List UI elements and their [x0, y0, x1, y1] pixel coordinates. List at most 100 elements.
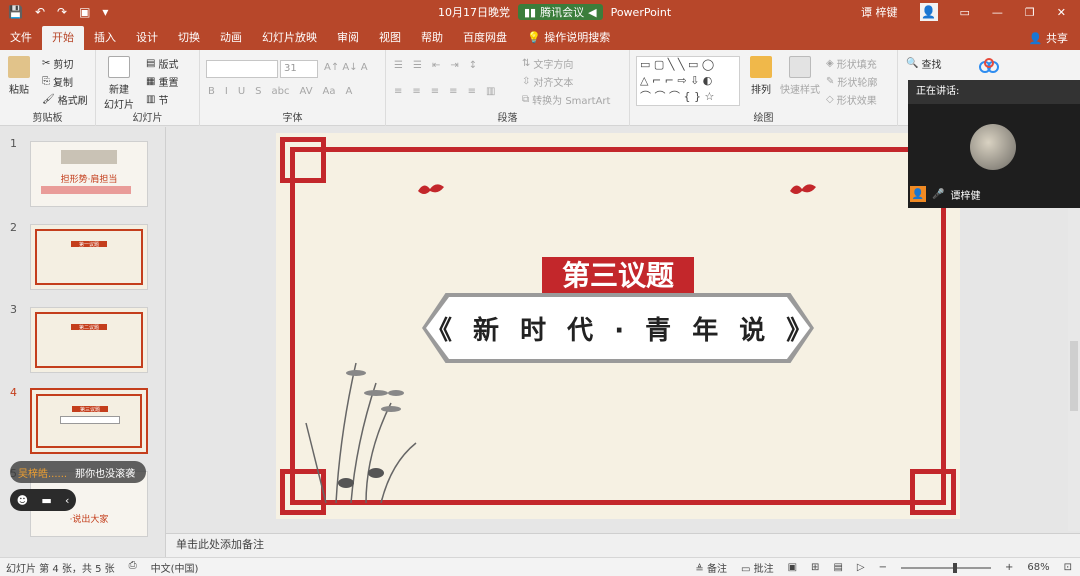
notes-toggle[interactable]: ≜ 备注 [695, 560, 727, 575]
increase-indent-icon[interactable]: ⇥ [450, 60, 458, 71]
new-slide-button[interactable]: 新建 幻灯片 [104, 56, 134, 111]
reset-button[interactable]: ▦ 重置 [146, 74, 178, 89]
numbering-icon[interactable]: ☰ [413, 60, 422, 71]
tab-design[interactable]: 设计 [126, 26, 168, 50]
find-button[interactable]: 🔍 查找 [906, 56, 941, 71]
tab-file[interactable]: 文件 [0, 26, 42, 50]
cut-button[interactable]: ✂ 剪切 [42, 56, 73, 71]
message-icon[interactable]: ▬ [41, 494, 51, 507]
cloud-ornament-left [418, 184, 444, 194]
tab-baidu-netdisk[interactable]: 百度网盘 [453, 26, 517, 50]
zoom-in-icon[interactable]: + [1005, 562, 1013, 573]
comments-toggle[interactable]: ▭ 批注 [741, 560, 774, 575]
undo-icon[interactable]: ↶ [35, 5, 45, 19]
arrange-button[interactable]: 排列 [750, 56, 772, 96]
shadow-icon[interactable]: S [255, 86, 261, 97]
paste-button[interactable]: 粘贴 [8, 56, 30, 96]
font-grow-icon[interactable]: A↑ A↓ A [324, 62, 368, 73]
share-button[interactable]: 👤 共享 [1029, 30, 1068, 46]
tab-view[interactable]: 视图 [369, 26, 411, 50]
normal-view-icon[interactable]: ▣ [788, 562, 797, 573]
quick-styles-button[interactable]: 快速样式 [780, 56, 820, 96]
slide-title[interactable]: 第三议题 [542, 257, 694, 295]
strikethrough-icon[interactable]: abc [272, 86, 290, 97]
font-color-icon[interactable]: A [346, 86, 353, 97]
zoom-slider[interactable] [900, 562, 991, 573]
shape-fill-button[interactable]: ◈ 形状填充 [826, 56, 877, 71]
notes-pane[interactable]: 单击此处添加备注 [166, 533, 1080, 557]
format-painter-button[interactable]: 🖌 格式刷 [42, 92, 88, 107]
zoom-knob[interactable] [952, 562, 957, 573]
meeting-indicator[interactable]: ▮▮ 腾讯会议 ◀ [518, 4, 603, 20]
ribbon-tabs: 文件 开始 插入 设计 切换 动画 幻灯片放映 审阅 视图 帮助 百度网盘 💡 … [0, 24, 1080, 50]
accessibility-icon[interactable]: ⎙ [129, 560, 137, 575]
start-from-beginning-icon[interactable]: ▣ [79, 5, 90, 19]
copy-button[interactable]: ⎘ 复制 [42, 74, 73, 89]
restore-icon[interactable]: ❐ [1025, 6, 1035, 19]
redo-icon[interactable]: ↷ [57, 5, 67, 19]
case-icon[interactable]: Aa [323, 86, 336, 97]
align-left-icon[interactable]: ≡ [394, 86, 402, 97]
tab-home[interactable]: 开始 [42, 26, 84, 50]
justify-icon[interactable]: ≡ [449, 86, 457, 97]
customize-toolbar-icon[interactable]: ▾ [102, 5, 108, 19]
line-spacing-icon[interactable]: ↕ [469, 60, 477, 71]
distributed-icon[interactable]: ≡ [468, 86, 476, 97]
underline-icon[interactable]: U [238, 86, 245, 97]
italic-icon[interactable]: I [225, 86, 228, 97]
slide-thumbnail-3[interactable]: 第二议题 [30, 307, 148, 373]
reading-view-icon[interactable]: ▤ [833, 562, 842, 573]
slide-canvas[interactable]: 第三议题 《 新 时 代 · 青 年 说 》 [276, 133, 960, 519]
slide-thumbnail-2[interactable]: 第一议题 [30, 224, 148, 290]
tab-review[interactable]: 审阅 [327, 26, 369, 50]
slide-sorter-icon[interactable]: ⊞ [811, 562, 819, 573]
decrease-indent-icon[interactable]: ⇤ [432, 60, 440, 71]
font-size-combo[interactable]: 31 [280, 60, 318, 78]
slide-thumbnail-4[interactable]: 第三议题 [30, 388, 148, 454]
save-icon[interactable]: 💾 [8, 5, 23, 19]
slide-thumbnail-1[interactable]: 担形势·肩担当 [30, 141, 148, 207]
user-name[interactable]: 谭 梓键 [861, 4, 898, 20]
align-text-button[interactable]: ⇳ 对齐文本 [522, 74, 573, 89]
chat-popup[interactable]: 吴梓皓...... 那你也没滚袭 [10, 461, 146, 483]
text-direction-button[interactable]: ⇅ 文字方向 [522, 56, 573, 71]
spacing-icon[interactable]: AV [300, 86, 313, 97]
tab-insert[interactable]: 插入 [84, 26, 126, 50]
close-icon[interactable]: ✕ [1057, 6, 1066, 19]
participant-namebar: 👤 🎤 谭梓健 [908, 186, 980, 202]
avatar[interactable]: 👤 [919, 3, 938, 21]
align-center-icon[interactable]: ≡ [412, 86, 420, 97]
language-indicator[interactable]: 中文(中国) [151, 560, 199, 575]
fit-to-window-icon[interactable]: ⊡ [1064, 562, 1072, 573]
emoji-icon[interactable]: ☻ [17, 494, 28, 507]
smartart-button[interactable]: ⧉ 转换为 SmartArt [522, 92, 610, 107]
section-button[interactable]: ▥ 节 [146, 92, 168, 107]
slideshow-icon[interactable]: ▷ [857, 562, 865, 573]
tab-help[interactable]: 帮助 [411, 26, 453, 50]
zoom-level[interactable]: 68% [1027, 562, 1049, 573]
layout-button[interactable]: ▤ 版式 [146, 56, 178, 71]
minimize-icon[interactable]: — [992, 6, 1003, 19]
thumb-text: 第二议题 [71, 324, 107, 331]
tell-me-search[interactable]: 💡 操作说明搜索 [517, 26, 620, 50]
align-right-icon[interactable]: ≡ [431, 86, 439, 97]
bullets-icon[interactable]: ☰ [394, 60, 403, 71]
shapes-gallery[interactable]: ▭ ▢ ╲ ╲ ▭ ◯ △ ⌐ ⌐ ⇨ ⇩ ◐ ⌒ ⌒ ⌒ { } ☆ [636, 56, 740, 106]
columns-icon[interactable]: ▥ [486, 86, 495, 97]
lightbulb-icon: 💡 [527, 31, 545, 44]
slide-subtitle[interactable]: 《 新 时 代 · 青 年 说 》 [426, 297, 810, 359]
collapse-icon[interactable]: ‹ [65, 494, 69, 507]
scrollbar-thumb[interactable] [1070, 341, 1078, 411]
baidu-cloud-icon[interactable] [978, 58, 1000, 74]
zoom-out-icon[interactable]: − [879, 562, 887, 573]
bold-icon[interactable]: B [208, 86, 215, 97]
tab-slideshow[interactable]: 幻灯片放映 [252, 26, 327, 50]
tab-transitions[interactable]: 切换 [168, 26, 210, 50]
participant-video[interactable]: 👤 🎤 谭梓健 [908, 104, 1080, 208]
font-name-combo[interactable] [206, 60, 278, 78]
shape-effects-button[interactable]: ◇ 形状效果 [826, 92, 877, 107]
paragraph-label: 段落 [497, 113, 518, 124]
tab-animations[interactable]: 动画 [210, 26, 252, 50]
ribbon-display-icon[interactable]: ▭ [960, 6, 970, 19]
shape-outline-button[interactable]: ✎ 形状轮廓 [826, 74, 877, 89]
